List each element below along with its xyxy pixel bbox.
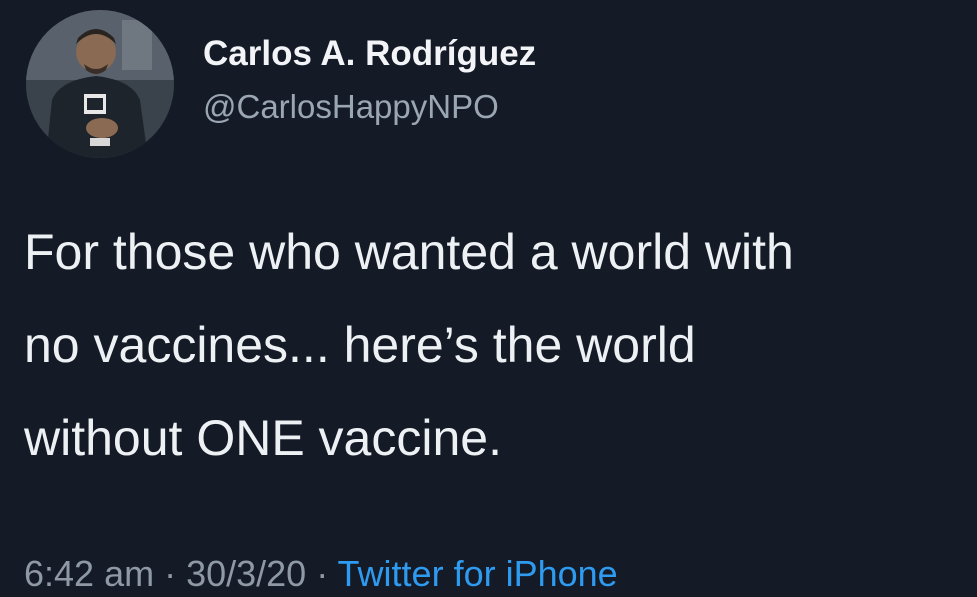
tweet-time[interactable]: 6:42 am: [24, 553, 154, 594]
meta-separator: ·: [154, 553, 187, 594]
tweet-text: For those who wanted a world with no vac…: [24, 206, 974, 485]
tweet-source-link[interactable]: Twitter for iPhone: [338, 553, 618, 594]
tweet-meta: 6:42 am · 30/3/20 · Twitter for iPhone: [24, 553, 618, 595]
tweet-text-line: without ONE vaccine.: [24, 410, 502, 466]
tweet-date[interactable]: 30/3/20: [186, 553, 306, 594]
tweet-text-line: For those who wanted a world with: [24, 224, 794, 280]
meta-separator: ·: [306, 553, 338, 594]
avatar[interactable]: [26, 10, 174, 158]
author-display-name[interactable]: Carlos A. Rodríguez: [203, 34, 536, 74]
tweet-card: Carlos A. Rodríguez @CarlosHappyNPO For …: [0, 0, 977, 597]
avatar-image: [26, 10, 174, 158]
author-handle[interactable]: @CarlosHappyNPO: [203, 88, 499, 126]
tweet-text-line: no vaccines... here’s the world: [24, 317, 696, 373]
